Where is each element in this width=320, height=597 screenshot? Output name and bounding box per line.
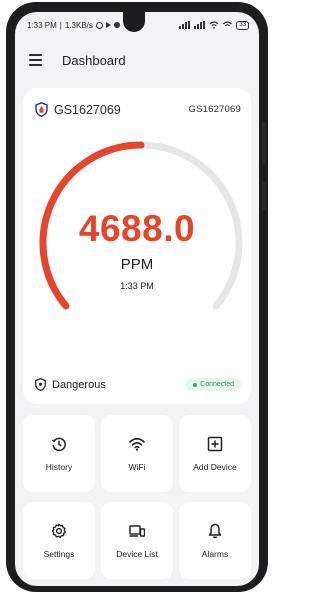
- battery-indicator: 33: [236, 20, 249, 30]
- card-footer: Dangerous Connected: [35, 378, 241, 391]
- history-label: History: [45, 461, 73, 472]
- phone-frame: 1:33 PM | 1.3KB/s 33 Dashboard GS1627069…: [6, 2, 268, 592]
- device-list-tile[interactable]: Device List: [101, 502, 173, 579]
- wifi-status-icon: [209, 21, 219, 29]
- connection-label: Connected: [200, 381, 234, 388]
- bell-icon: [208, 523, 222, 538]
- menu-icon[interactable]: [29, 54, 42, 66]
- status-label: Dangerous: [52, 378, 106, 391]
- camera-notch: [123, 12, 145, 32]
- app-notification-icon: [113, 22, 120, 28]
- add-device-label: Add Device: [193, 461, 237, 472]
- power-button: [262, 182, 266, 210]
- signal-icon-2: [194, 21, 206, 29]
- volume-button: [262, 122, 266, 164]
- connected-dot-icon: [193, 382, 198, 387]
- shield-alert-icon: [35, 378, 46, 391]
- add-box-icon: [207, 436, 223, 451]
- signal-icon: [179, 21, 191, 29]
- status-time: 1:33 PM: [27, 20, 57, 30]
- settings-tile[interactable]: Settings: [23, 502, 95, 579]
- wifi-icon: [129, 437, 145, 451]
- add-device-tile[interactable]: Add Device: [179, 415, 251, 492]
- reading-time: 1:33 PM: [120, 281, 154, 291]
- history-tile[interactable]: History: [23, 415, 95, 492]
- device-list-icon: [129, 524, 145, 537]
- device-card[interactable]: GS1627069 GS1627069 4688.0 PPM 1:33 PM D…: [23, 88, 251, 404]
- alarms-tile[interactable]: Alarms: [179, 502, 251, 579]
- shield-icon: [35, 102, 48, 117]
- reading-unit: PPM: [120, 256, 154, 273]
- device-id: GS1627069: [188, 104, 241, 115]
- play-icon: [105, 22, 111, 28]
- reading-value: 4688.0: [78, 208, 196, 249]
- card-header: GS1627069 GS1627069: [35, 102, 241, 117]
- wifi-label: WiFi: [128, 461, 146, 472]
- connection-badge: Connected: [186, 378, 241, 391]
- network-speed: 1.3KB/s: [64, 20, 93, 30]
- settings-icon: [51, 523, 67, 538]
- status-bar: 1:33 PM | 1.3KB/s 33: [15, 12, 259, 38]
- wifi-status-icon-2: [223, 21, 233, 27]
- app-bar: Dashboard: [15, 42, 259, 78]
- wifi-tile[interactable]: WiFi: [101, 415, 173, 492]
- settings-label: Settings: [43, 548, 75, 559]
- device-list-label: Device List: [116, 548, 158, 559]
- quick-actions-grid: History WiFi Add Device Settings Device …: [23, 415, 251, 579]
- device-name: GS1627069: [54, 102, 121, 117]
- whatsapp-icon: [95, 21, 103, 29]
- alarms-label: Alarms: [201, 548, 229, 559]
- history-icon: [51, 437, 66, 451]
- screen: 1:33 PM | 1.3KB/s 33 Dashboard GS1627069…: [15, 12, 259, 586]
- page-title: Dashboard: [62, 52, 126, 68]
